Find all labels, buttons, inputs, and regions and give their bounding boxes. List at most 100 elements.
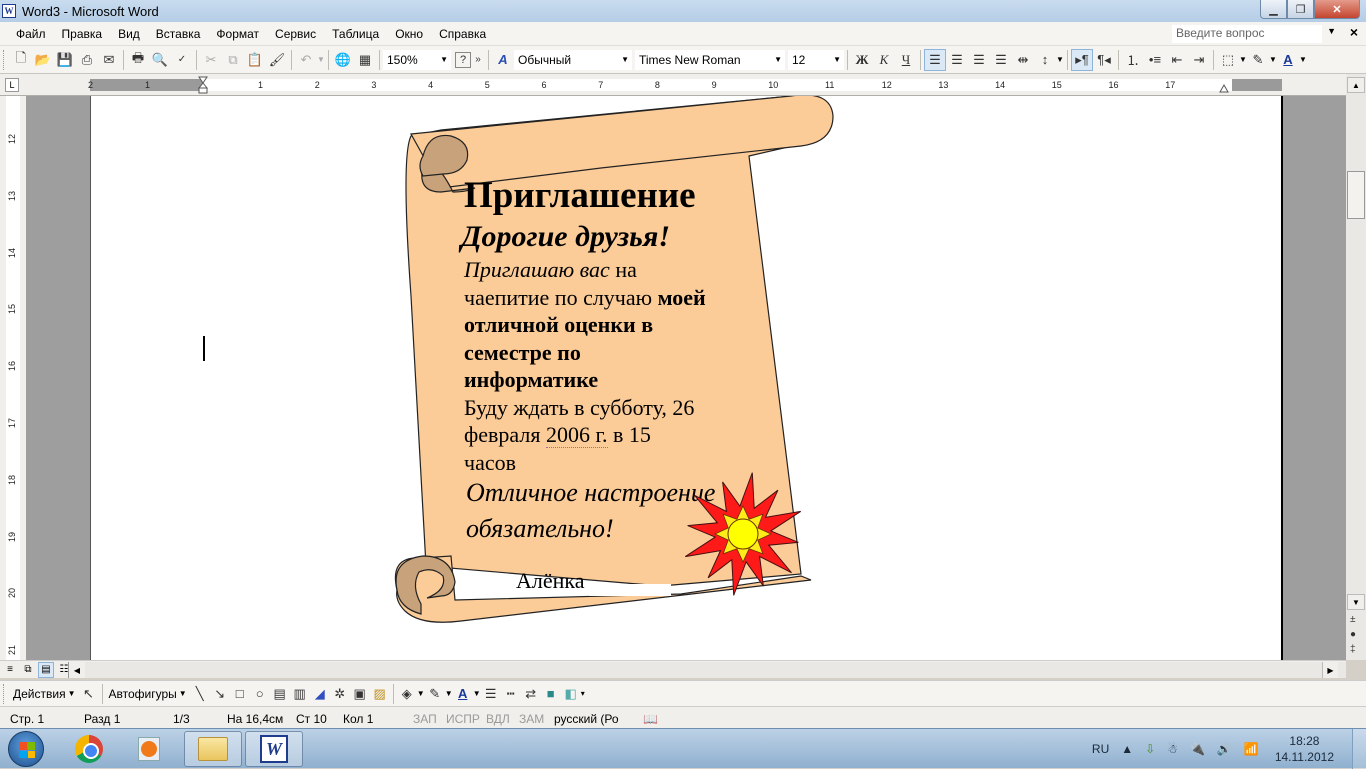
email-icon[interactable]: ✉ [98, 49, 120, 71]
align-left-icon[interactable]: ☰ [924, 48, 946, 71]
status-rec[interactable]: ЗАП [413, 712, 437, 726]
table-icon[interactable]: ▦ [354, 49, 376, 71]
status-overtype[interactable]: ЗАМ [519, 712, 544, 726]
more-icon[interactable]: ▾ [581, 689, 589, 698]
scroll-thumb[interactable] [1347, 171, 1365, 219]
tab-selector[interactable]: L [5, 78, 19, 92]
network-sync-icon[interactable]: ⇩ [1145, 742, 1155, 756]
right-indent-marker[interactable] [1219, 83, 1229, 93]
italic-button[interactable]: К [873, 49, 895, 71]
line-spacing-dropdown-icon[interactable]: ▼ [1056, 55, 1064, 64]
justify-icon[interactable]: ☰ [990, 49, 1012, 71]
taskbar-explorer[interactable] [184, 731, 242, 767]
textbox-icon[interactable]: ▤ [270, 684, 290, 704]
clipart-icon[interactable]: ▣ [350, 684, 370, 704]
show-hidden-icons[interactable]: ▲ [1121, 742, 1133, 756]
status-language[interactable]: русский (Ро [554, 712, 619, 726]
menu-table[interactable]: Таблица [324, 27, 387, 41]
scroll-down-button[interactable]: ▼ [1347, 594, 1365, 610]
print-layout-icon[interactable]: ▤ [38, 661, 54, 678]
numbering-icon[interactable]: ⒈ [1122, 49, 1144, 71]
scroll-right-button[interactable]: ▶ [1322, 662, 1338, 678]
scroll-up-button[interactable]: ▲ [1347, 77, 1365, 93]
align-center-icon[interactable]: ☰ [946, 49, 968, 71]
new-icon[interactable]: 🗋 [10, 49, 32, 71]
smart-tag-date[interactable]: 2006 г. [545, 422, 608, 448]
shadow-icon[interactable]: ■ [541, 684, 561, 704]
help-search-input[interactable]: Введите вопрос [1172, 25, 1322, 43]
line-color-dropdown-icon[interactable]: ▼ [445, 689, 453, 698]
oval-icon[interactable]: ○ [250, 684, 270, 704]
paste-icon[interactable]: 📋 [244, 49, 266, 71]
taskbar-word[interactable]: W [245, 731, 303, 767]
fill-color-dropdown-icon[interactable]: ▼ [417, 689, 425, 698]
distributed-icon[interactable]: ⇹ [1012, 49, 1034, 71]
horizontal-ruler[interactable]: L 2 1 1 2 3 4 5 6 7 8 9 10 11 12 13 14 15 16 17 [0, 74, 1366, 96]
scroll-left-button[interactable]: ◀ [69, 662, 85, 678]
menu-edit[interactable]: Правка [54, 27, 111, 41]
print-icon[interactable]: 🖶 [127, 49, 149, 71]
align-right-icon[interactable]: ☰ [968, 49, 990, 71]
undo-icon[interactable]: ↶ [295, 49, 317, 71]
select-objects-icon[interactable]: ↖ [79, 684, 99, 704]
line-style-icon[interactable]: ☰ [481, 684, 501, 704]
web-view-icon[interactable]: ⧉ [20, 662, 36, 678]
vertical-scrollbar[interactable]: ▲ ▼ ± ● ‡ [1346, 74, 1366, 660]
actions-menu[interactable]: Действия ▼ [10, 687, 79, 701]
open-icon[interactable]: 📂 [32, 49, 54, 71]
taskbar-media-player[interactable] [120, 731, 178, 767]
print-preview-icon[interactable]: 🔍 [149, 49, 171, 71]
styles-icon[interactable]: A [492, 49, 514, 71]
line-spacing-icon[interactable]: ↕ [1034, 49, 1056, 71]
line-icon[interactable]: ╲ [190, 684, 210, 704]
undo-dropdown-icon[interactable]: ▼ [317, 55, 325, 64]
autoshapes-menu[interactable]: Автофигуры ▼ [106, 687, 190, 701]
ltr-icon[interactable]: ▸¶ [1071, 48, 1093, 71]
normal-view-icon[interactable]: ≡ [2, 662, 18, 678]
browse-object-icon[interactable]: ● [1350, 629, 1356, 640]
dash-style-icon[interactable]: ┅ [501, 684, 521, 704]
security-icon[interactable]: ☃ [1167, 742, 1178, 756]
highlight-dropdown-icon[interactable]: ▼ [1269, 55, 1277, 64]
vertical-ruler[interactable]: 12 13 14 15 16 17 18 19 20 21 [0, 96, 26, 660]
toolbar-grip[interactable] [3, 49, 7, 70]
arrow-icon[interactable]: ↘ [210, 684, 230, 704]
arrow-style-icon[interactable]: ⇄ [521, 684, 541, 704]
font-select[interactable]: Times New Roman ▼ [635, 49, 785, 70]
help-dropdown-icon[interactable]: ▼ [1327, 26, 1336, 36]
font-color-dropdown-icon[interactable]: ▼ [1299, 55, 1307, 64]
copy-icon[interactable]: ⧉ [222, 49, 244, 71]
explosion-star-autoshape[interactable] [681, 470, 805, 598]
clock[interactable]: 18:28 14.11.2012 [1275, 733, 1334, 765]
style-select[interactable]: Обычный ▼ [514, 49, 632, 70]
status-track[interactable]: ИСПР [446, 712, 480, 726]
decrease-indent-icon[interactable]: ⇤ [1166, 49, 1188, 71]
status-extend[interactable]: ВДЛ [486, 712, 510, 726]
horizontal-scrollbar[interactable]: ◀ ▶ [68, 662, 1346, 678]
menu-insert[interactable]: Вставка [148, 27, 209, 41]
menu-window[interactable]: Окно [387, 27, 431, 41]
close-document-icon[interactable]: × [1350, 24, 1358, 40]
wordart-icon[interactable]: ◢ [310, 684, 330, 704]
font-size-select[interactable]: 12 ▼ [788, 49, 844, 70]
spelling-status-icon[interactable]: 📖 [643, 712, 658, 726]
next-page-icon[interactable]: ‡ [1350, 644, 1356, 655]
permission-icon[interactable]: ⎙ [76, 49, 98, 71]
fill-color-icon[interactable]: ◈ [397, 684, 417, 704]
menu-file[interactable]: Файл [8, 27, 54, 41]
menu-view[interactable]: Вид [110, 27, 148, 41]
wifi-signal-icon[interactable]: 📶 [1244, 742, 1259, 756]
rectangle-icon[interactable]: □ [230, 684, 250, 704]
spelling-icon[interactable]: ✓ [171, 49, 193, 71]
cut-icon[interactable]: ✂ [200, 49, 222, 71]
save-icon[interactable]: 💾 [54, 49, 76, 71]
minimize-button[interactable]: ▁ [1260, 0, 1287, 19]
font-color-icon[interactable]: A [1277, 49, 1299, 71]
indent-marker[interactable] [198, 76, 208, 94]
line-color-icon[interactable]: ✎ [425, 684, 445, 704]
prev-page-icon[interactable]: ± [1350, 614, 1356, 625]
format-painter-icon[interactable]: 🖌 [266, 49, 288, 71]
taskbar-chrome[interactable] [60, 731, 118, 767]
restore-button[interactable]: ❐ [1287, 0, 1314, 19]
border-dropdown-icon[interactable]: ▼ [1239, 55, 1247, 64]
